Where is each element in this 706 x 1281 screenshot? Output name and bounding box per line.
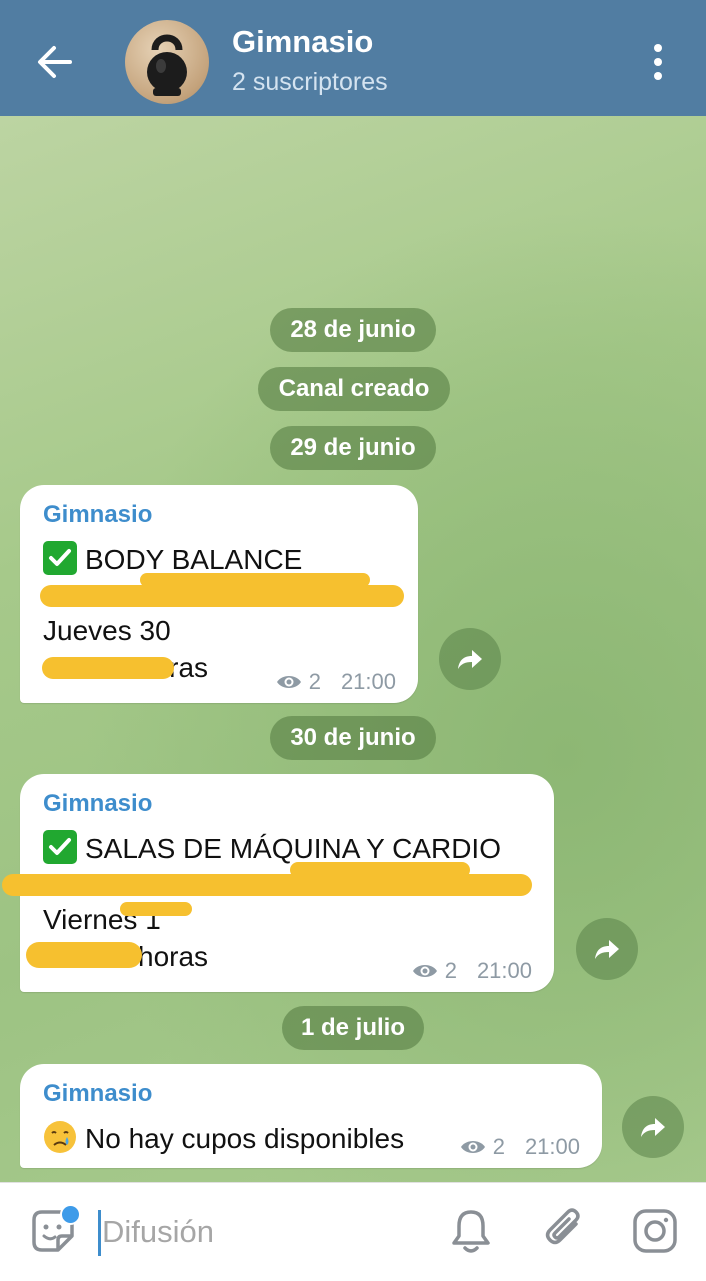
message-time: 21:00 bbox=[476, 958, 532, 983]
sender-name: Gimnasio bbox=[43, 790, 153, 817]
views-eye-icon bbox=[276, 676, 301, 688]
more-options-icon[interactable] bbox=[640, 40, 676, 84]
message-line: BODY BALANCE bbox=[43, 541, 302, 576]
redaction-mark bbox=[42, 657, 174, 679]
redaction-mark bbox=[40, 585, 404, 607]
date-separator: 28 de junio bbox=[270, 308, 436, 352]
sender-name: Gimnasio bbox=[43, 1080, 153, 1107]
share-icon[interactable] bbox=[622, 1096, 684, 1158]
date-separator: 1 de julio bbox=[282, 1006, 424, 1050]
view-count: 2 bbox=[444, 958, 457, 983]
views-eye-icon bbox=[412, 965, 437, 977]
back-arrow-icon[interactable] bbox=[30, 40, 80, 84]
message-title: SALAS DE MÁQUINA Y CARDIO bbox=[85, 833, 501, 864]
views-eye-icon bbox=[460, 1141, 485, 1153]
message-input[interactable]: Difusión bbox=[102, 1214, 214, 1250]
date-separator: 29 de junio bbox=[270, 426, 436, 470]
crying-face-icon bbox=[43, 1120, 77, 1154]
message-time: 21:00 bbox=[340, 669, 396, 694]
message-time: 21:00 bbox=[524, 1134, 580, 1159]
channel-avatar[interactable] bbox=[125, 20, 209, 104]
text-cursor bbox=[98, 1210, 101, 1256]
sticker-icon[interactable] bbox=[28, 1204, 81, 1256]
service-message: Canal creado bbox=[258, 367, 450, 411]
message-line: horas bbox=[138, 941, 209, 972]
redaction-mark bbox=[120, 902, 192, 916]
message-meta: 2 21:00 bbox=[459, 1134, 580, 1160]
channel-title[interactable]: Gimnasio bbox=[232, 24, 373, 60]
redaction-mark bbox=[26, 942, 142, 968]
share-icon[interactable] bbox=[439, 628, 501, 690]
message-title: BODY BALANCE bbox=[85, 544, 303, 575]
view-count: 2 bbox=[492, 1134, 505, 1159]
view-count: 2 bbox=[308, 669, 321, 694]
share-icon[interactable] bbox=[576, 918, 638, 980]
chat-area[interactable]: 28 de junio Canal creado 29 de junio Gim… bbox=[0, 116, 706, 1182]
message-meta: 2 21:00 bbox=[275, 669, 396, 695]
redaction-mark bbox=[140, 573, 370, 587]
sender-name: Gimnasio bbox=[43, 501, 153, 528]
message-bubble[interactable]: Gimnasio BODY BALANCE Jueves 30 horas 2 … bbox=[20, 485, 418, 703]
date-separator: 30 de junio bbox=[270, 716, 436, 760]
message-line: No hay cupos disponibles bbox=[43, 1120, 404, 1155]
message-bubble[interactable]: Gimnasio No hay cupos disponibles 2 21:0… bbox=[20, 1064, 602, 1168]
message-bubble[interactable]: Gimnasio SALAS DE MÁQUINA Y CARDIO Viern… bbox=[2, 774, 554, 992]
redaction-mark bbox=[290, 862, 470, 878]
message-text: No hay cupos disponibles bbox=[85, 1123, 405, 1154]
message-meta: 2 21:00 bbox=[411, 958, 532, 984]
instagram-icon[interactable] bbox=[630, 1206, 680, 1256]
subscriber-count: 2 suscriptores bbox=[232, 68, 388, 96]
bell-icon[interactable] bbox=[448, 1206, 494, 1256]
message-line: Jueves 30 bbox=[43, 615, 171, 646]
checkmark-icon bbox=[43, 830, 77, 864]
message-line: SALAS DE MÁQUINA Y CARDIO bbox=[43, 830, 501, 865]
checkmark-icon bbox=[43, 541, 77, 575]
notification-dot bbox=[60, 1204, 81, 1225]
attach-icon[interactable] bbox=[540, 1204, 590, 1256]
app-header: Gimnasio 2 suscriptores bbox=[0, 0, 706, 116]
